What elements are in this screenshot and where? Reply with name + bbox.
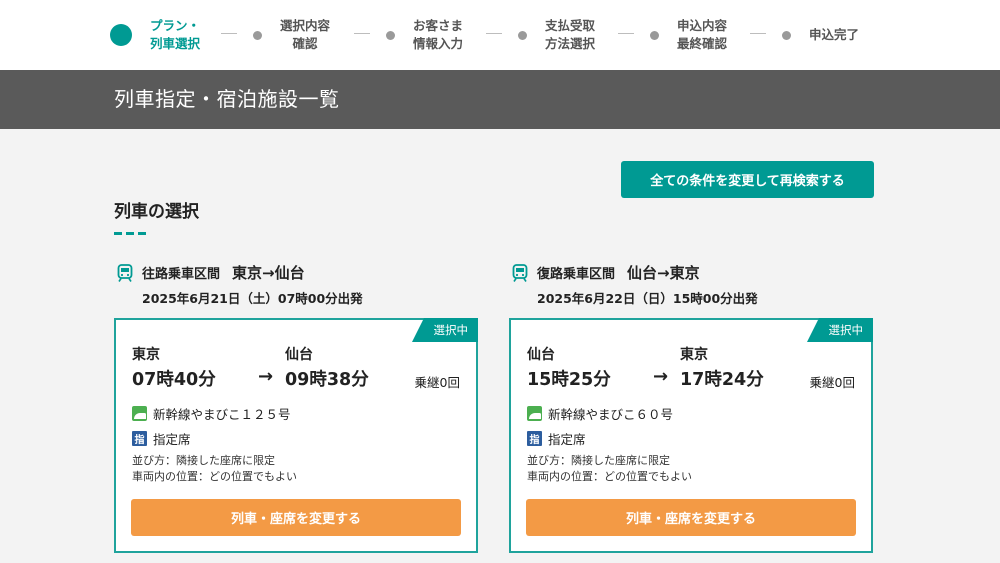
step-dot-icon [386, 30, 395, 40]
step-label: 申込内容 最終確認 [677, 18, 728, 51]
departure-station: 仙台 [527, 347, 555, 363]
return-route-header: 復路乗車区間 仙台→東京 [512, 262, 700, 283]
shinkansen-icon [132, 406, 147, 421]
step-payment-method: 支払受取 方法選択 [518, 0, 595, 70]
transfer-count: 乗継0回 [414, 375, 460, 390]
section-underline-dash [126, 232, 134, 235]
return-route: 仙台→東京 [627, 264, 700, 282]
arrival-station: 東京 [680, 347, 708, 363]
train-name: 新幹線やまびこ６０号 [548, 407, 674, 422]
seat-arrangement: 並び方：隣接した座席に限定 [527, 454, 670, 467]
reserved-seat-icon: 指 [527, 431, 542, 446]
return-train-card: 選択中 仙台 15時25分 → 東京 17時24分 乗継0回 新幹線やまびこ６０… [509, 318, 873, 553]
train-name-row: 新幹線やまびこ６０号 [527, 404, 673, 423]
step-dot-icon [782, 30, 791, 40]
shinkansen-icon [527, 406, 542, 421]
reserved-seat-icon: 指 [132, 431, 147, 446]
step-final-confirm: 申込内容 最終確認 [650, 0, 727, 70]
step-dot-icon [518, 30, 527, 40]
departure-time: 07時40分 [132, 370, 216, 390]
arrival-time: 17時24分 [680, 370, 764, 390]
car-position: 車両内の位置：どの位置でもよい [132, 470, 297, 483]
section-underline-dash [114, 232, 122, 235]
step-label: 申込完了 [809, 27, 860, 42]
arrival-time: 09時38分 [285, 370, 369, 390]
train-name: 新幹線やまびこ１２５号 [153, 407, 291, 422]
step-separator [486, 33, 502, 34]
arrow-right-icon: → [258, 366, 274, 387]
seat-type: 指定席 [548, 432, 586, 447]
return-label: 復路乗車区間 [537, 267, 616, 282]
step-current-indicator-icon [110, 24, 132, 46]
departure-time: 15時25分 [527, 370, 611, 390]
car-position: 車両内の位置：どの位置でもよい [527, 470, 692, 483]
outbound-label: 往路乗車区間 [142, 267, 221, 282]
outbound-route-header: 往路乗車区間 東京→仙台 [117, 262, 305, 283]
step-separator [354, 33, 370, 34]
train-icon [117, 263, 133, 282]
step-dot-icon [650, 30, 659, 40]
outbound-departure-date: 2025年6月21日（土）07時00分出発 [142, 291, 363, 306]
arrow-right-icon: → [653, 366, 669, 387]
step-complete: 申込完了 [782, 0, 859, 70]
train-icon [512, 263, 528, 282]
seat-type-row: 指 指定席 [132, 429, 191, 448]
seat-arrangement: 並び方：隣接した座席に限定 [132, 454, 275, 467]
page-title: 列車指定・宿泊施設一覧 [114, 87, 340, 111]
outbound-route: 東京→仙台 [232, 264, 305, 282]
step-separator [221, 33, 237, 34]
seat-type-row: 指 指定席 [527, 429, 586, 448]
departure-station: 東京 [132, 347, 160, 363]
section-underline-dash [138, 232, 146, 235]
arrival-station: 仙台 [285, 347, 313, 363]
transfer-count: 乗継0回 [809, 375, 855, 390]
seat-type: 指定席 [153, 432, 191, 447]
progress-stepper: プラン・ 列車選択 選択内容 確認 お客さま 情報入力 支払受取 方法選択 申込… [0, 0, 1000, 70]
step-label: 選択内容 確認 [280, 18, 331, 51]
step-label: お客さま 情報入力 [413, 18, 464, 51]
step-separator [618, 33, 634, 34]
selected-badge: 選択中 [807, 318, 873, 342]
section-title-train-selection: 列車の選択 [114, 202, 199, 222]
step-label: 支払受取 方法選択 [545, 18, 596, 51]
step-separator [750, 33, 766, 34]
step-confirm-selection: 選択内容 確認 [253, 0, 330, 70]
step-plan-train-select: プラン・ 列車選択 [110, 0, 200, 70]
outbound-change-train-seat-button[interactable]: 列車・座席を変更する [131, 499, 461, 536]
outbound-train-card: 選択中 東京 07時40分 → 仙台 09時38分 乗継0回 新幹線やまびこ１２… [114, 318, 478, 553]
step-dot-icon [253, 30, 262, 40]
selected-badge: 選択中 [412, 318, 478, 342]
step-label: プラン・ 列車選択 [150, 18, 201, 51]
change-conditions-research-button[interactable]: 全ての条件を変更して再検索する [621, 161, 874, 198]
return-change-train-seat-button[interactable]: 列車・座席を変更する [526, 499, 856, 536]
return-departure-date: 2025年6月22日（日）15時00分出発 [537, 291, 758, 306]
step-customer-info: お客さま 情報入力 [386, 0, 463, 70]
page-header-banner: 列車指定・宿泊施設一覧 [0, 70, 1000, 129]
train-name-row: 新幹線やまびこ１２５号 [132, 404, 291, 423]
